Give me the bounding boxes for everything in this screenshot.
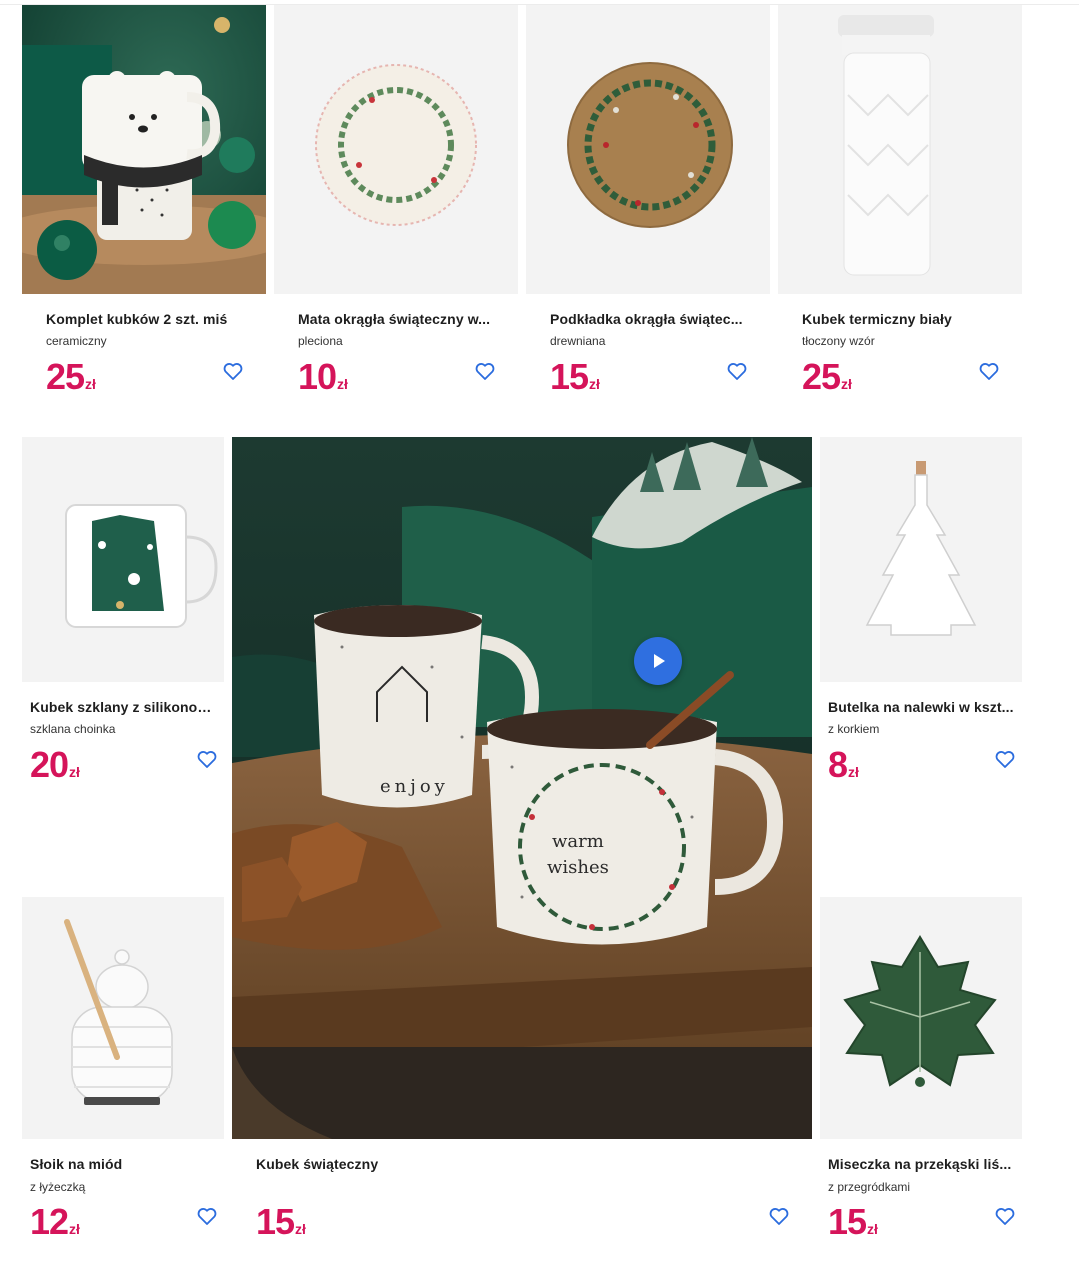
favorite-heart-icon[interactable] (993, 1204, 1017, 1228)
product-price: 15zł (828, 1201, 878, 1242)
product-price: 25zł (802, 356, 852, 397)
favorite-heart-icon[interactable] (977, 359, 1001, 383)
product-title[interactable]: Butelka na nalewki w kszt... (828, 699, 1014, 715)
product-price: 8zł (828, 744, 859, 785)
product-card[interactable]: Podkładka okrągła świątec... drewniana 1… (526, 5, 770, 405)
product-subtitle: tłoczony wzór (802, 334, 875, 348)
product-title[interactable]: Słoik na miód (30, 1156, 216, 1172)
product-image[interactable] (820, 897, 1022, 1139)
product-subtitle: ceramiczny (46, 334, 107, 348)
product-title[interactable]: Kubek szklany z silikonow... (30, 699, 216, 715)
favorite-heart-icon[interactable] (221, 359, 245, 383)
product-title[interactable]: Mata okrągła świąteczny w... (298, 311, 498, 327)
product-subtitle: z przegródkami (828, 1180, 911, 1194)
product-image[interactable] (22, 437, 224, 682)
product-image[interactable] (778, 5, 1022, 294)
product-subtitle: drewniana (550, 334, 606, 348)
product-image[interactable] (526, 5, 770, 294)
product-title[interactable]: Podkładka okrągła świątec... (550, 311, 750, 327)
play-video-button[interactable] (634, 637, 682, 685)
product-title[interactable]: Kubek termiczny biały (802, 311, 1002, 327)
product-card[interactable]: Słoik na miód z łyżeczką 12zł (22, 897, 224, 1247)
product-subtitle: z korkiem (828, 722, 880, 736)
product-price: 15zł (550, 356, 600, 397)
product-card[interactable]: Kubek szklany z silikonow... szklana cho… (22, 437, 224, 787)
favorite-heart-icon[interactable] (725, 359, 749, 383)
product-card[interactable]: Kubek termiczny biały tłoczony wzór 25zł (778, 5, 1022, 405)
favorite-heart-icon[interactable] (993, 747, 1017, 771)
product-price: 20zł (30, 744, 80, 785)
mug-print-enjoy: enjoy (380, 776, 449, 797)
product-title[interactable]: Komplet kubków 2 szt. miś (46, 311, 246, 327)
mug-print-wishes: wishes (547, 857, 609, 878)
product-price: 10zł (298, 356, 348, 397)
product-title[interactable]: Kubek świąteczny (256, 1156, 556, 1172)
product-card[interactable]: Mata okrągła świąteczny w... pleciona 10… (274, 5, 518, 405)
product-image[interactable] (274, 5, 518, 294)
product-subtitle: z łyżeczką (30, 1180, 86, 1194)
favorite-heart-icon[interactable] (195, 1204, 219, 1228)
product-card[interactable]: Komplet kubków 2 szt. miś ceramiczny 25z… (22, 5, 266, 405)
product-price: 15zł (256, 1201, 306, 1242)
product-title[interactable]: Miseczka na przekąski liś... (828, 1156, 1014, 1172)
product-video-thumbnail[interactable]: enjoy warm wishes (232, 437, 812, 1139)
product-subtitle: pleciona (298, 334, 343, 348)
favorite-heart-icon[interactable] (767, 1204, 791, 1228)
favorite-heart-icon[interactable] (195, 747, 219, 771)
product-subtitle: szklana choinka (30, 722, 116, 736)
favorite-heart-icon[interactable] (473, 359, 497, 383)
product-price: 12zł (30, 1201, 80, 1242)
product-image[interactable] (22, 897, 224, 1139)
product-price: 25zł (46, 356, 96, 397)
product-card[interactable]: Miseczka na przekąski liś... z przegródk… (820, 897, 1022, 1247)
featured-product-card[interactable]: enjoy warm wishes Kubek świąteczny 15zł (232, 437, 812, 1247)
mug-print-warm: warm (552, 831, 604, 852)
product-image[interactable] (22, 5, 266, 294)
product-card[interactable]: Butelka na nalewki w kszt... z korkiem 8… (820, 437, 1022, 787)
product-image[interactable] (820, 437, 1022, 682)
